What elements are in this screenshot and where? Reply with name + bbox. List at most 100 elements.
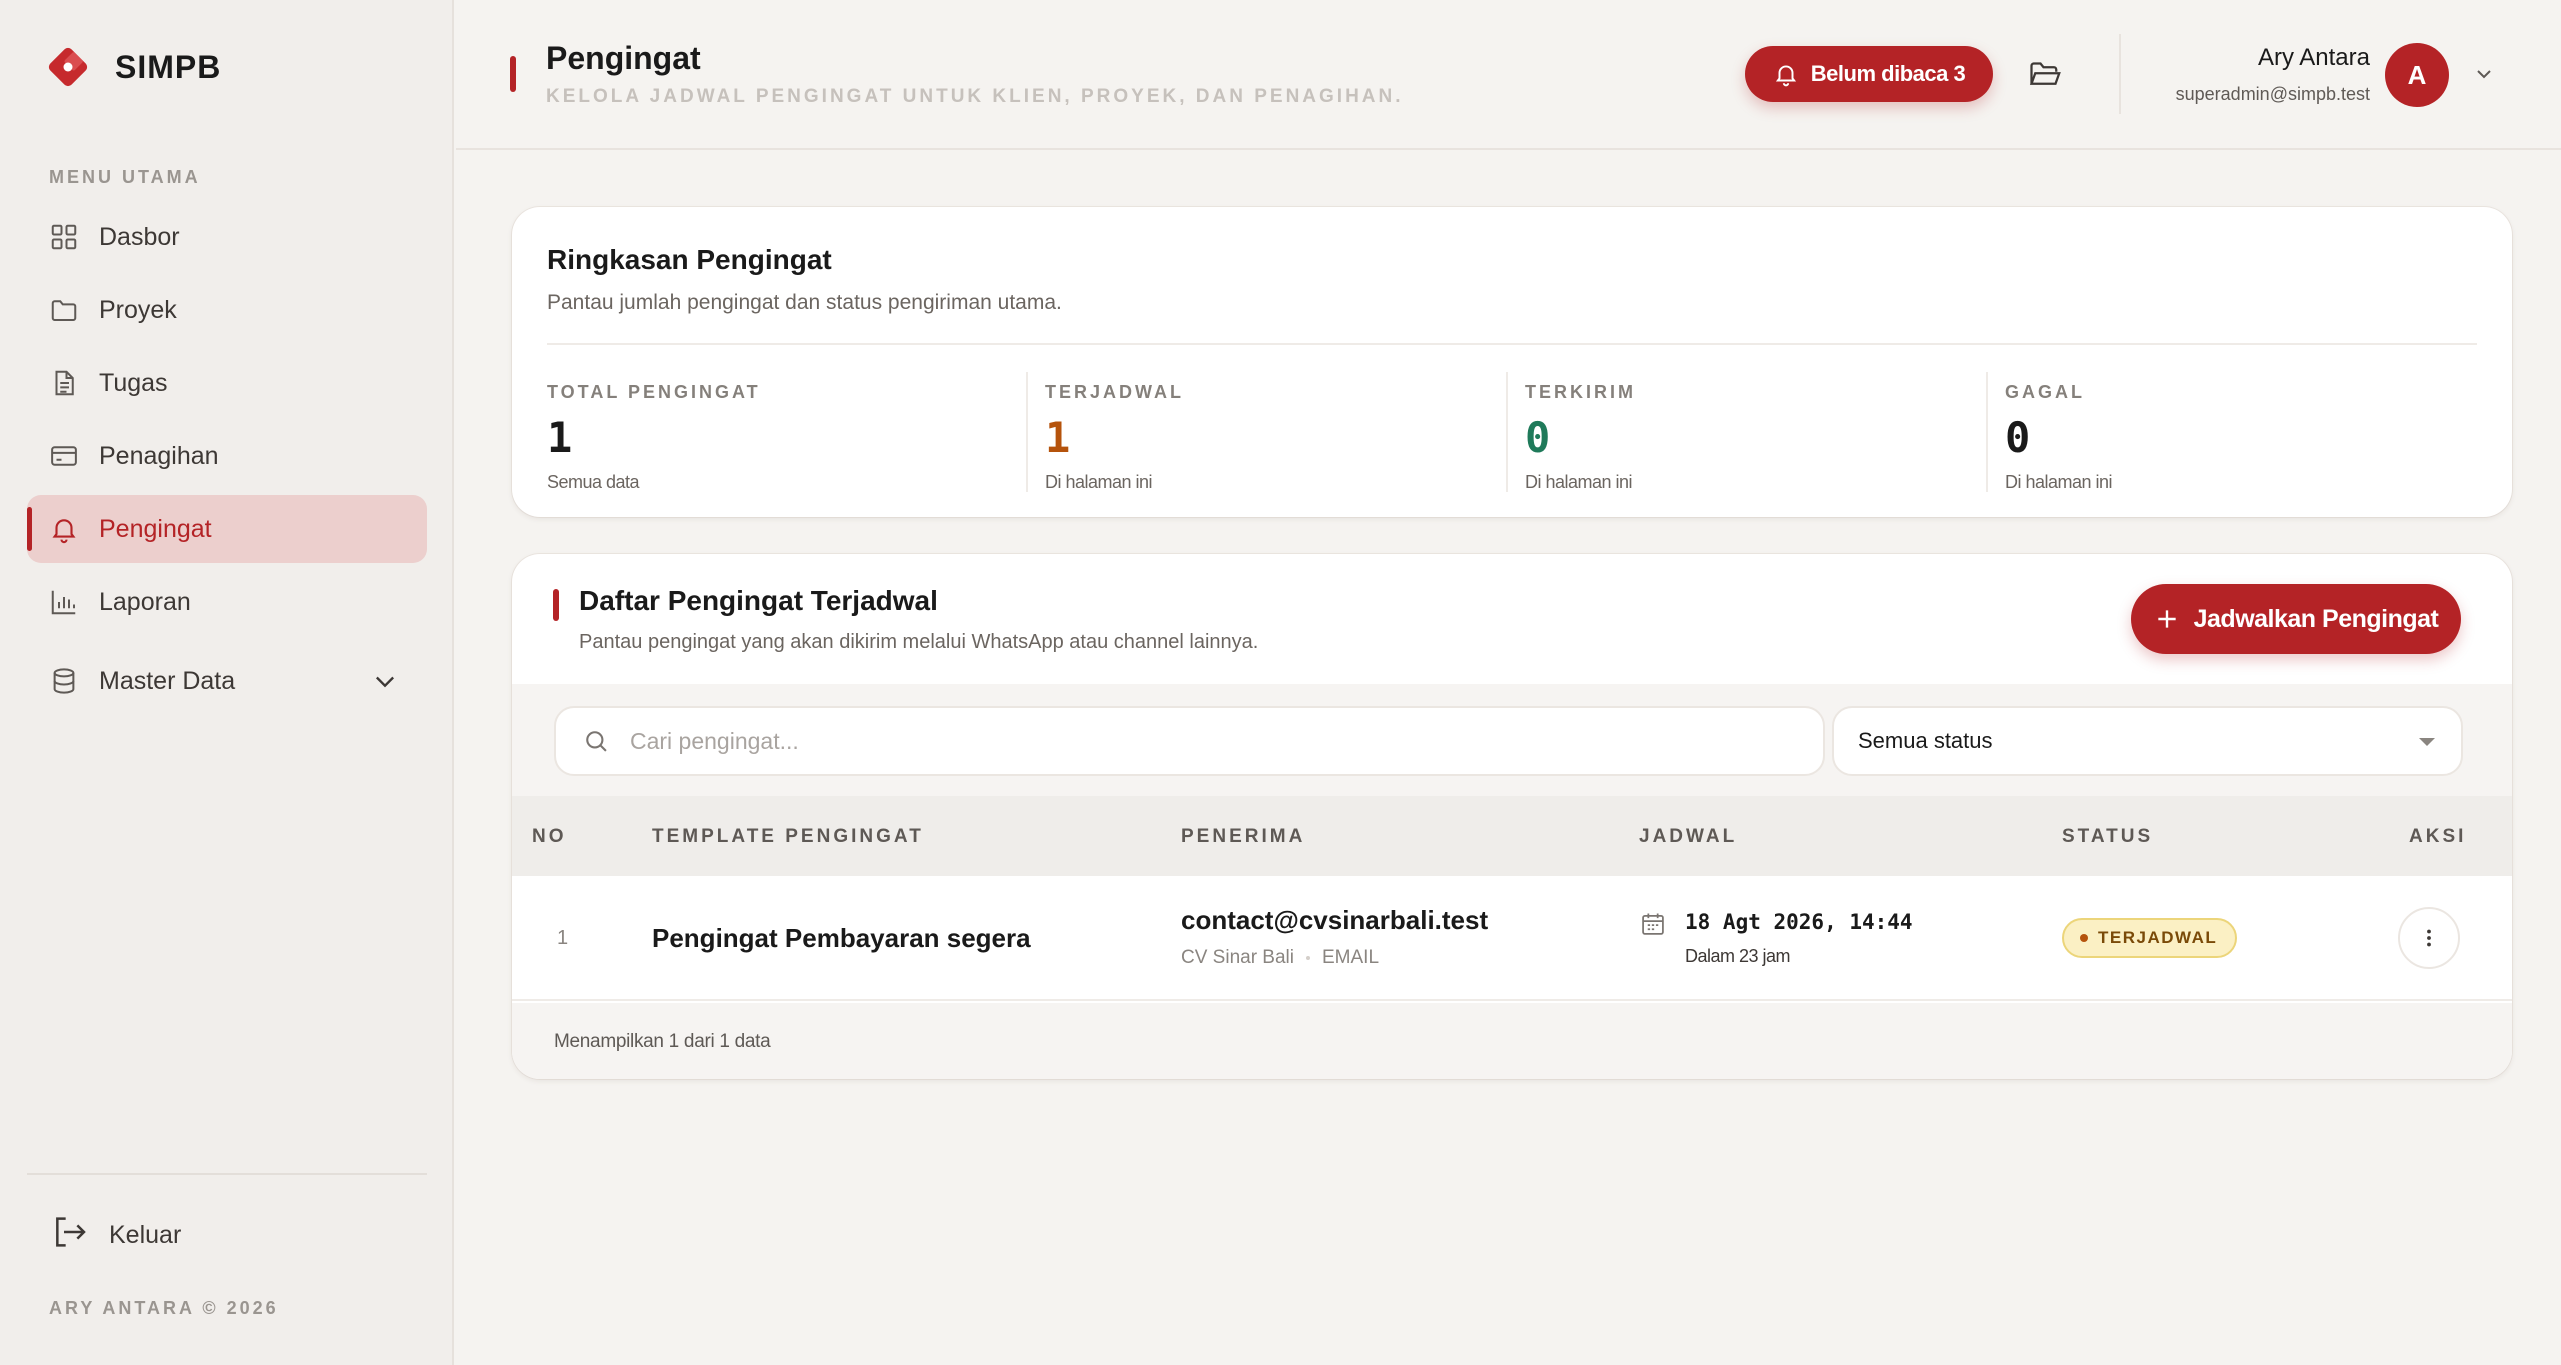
topbar-divider — [2119, 34, 2121, 114]
logo-icon — [48, 47, 88, 87]
topbar: Pengingat KELOLA JADWAL PENGINGAT UNTUK … — [456, 0, 2561, 150]
row-recipient-name: CV Sinar Bali — [1181, 947, 1294, 968]
stat-scheduled: TERJADWAL 1 Di halaman ini — [1026, 372, 1506, 492]
logout-button[interactable]: Keluar — [49, 1212, 181, 1259]
stat-label: TOTAL PENGINGAT — [547, 382, 761, 402]
pagination-summary: Menampilkan 1 dari 1 data — [554, 1031, 771, 1052]
sidebar-item-label: Master Data — [99, 666, 236, 695]
credit-card-icon — [49, 441, 79, 471]
app-name: SIMPB — [115, 48, 222, 85]
sidebar-item-label: Laporan — [99, 587, 191, 616]
column-header-no: NO — [532, 826, 567, 847]
summary-subtitle: Pantau jumlah pengingat dan status pengi… — [547, 291, 1062, 314]
stat-note: Di halaman ini — [1045, 472, 1153, 492]
stat-value: 1 — [547, 413, 573, 462]
unread-label: Belum dibaca 3 — [1810, 61, 1966, 86]
copyright: ARY ANTARA © 2026 — [49, 1298, 279, 1318]
logout-icon — [49, 1212, 89, 1259]
table-row[interactable]: 1 Pengingat Pembayaran segera contact@cv… — [512, 876, 2512, 1001]
grid-icon — [49, 222, 79, 252]
caret-down-icon — [2419, 738, 2435, 746]
sidebar-item-label: Proyek — [99, 295, 177, 324]
stat-note: Di halaman ini — [1525, 472, 1633, 492]
stat-label: TERJADWAL — [1045, 382, 1184, 402]
sidebar-item-master-data[interactable]: Master Data — [27, 641, 427, 721]
sidebar-nav: Dasbor Proyek Tugas Penagihan Pengingat — [27, 203, 427, 726]
bell-icon — [1775, 65, 1796, 87]
stat-sent: TERKIRIM 0 Di halaman ini — [1506, 372, 1986, 492]
table-header: NO TEMPLATE PENGINGAT PENERIMA JADWAL ST… — [512, 796, 2512, 876]
sidebar-item-pengingat[interactable]: Pengingat — [27, 495, 427, 563]
folder-open-icon — [2029, 62, 2061, 85]
sidebar-item-label: Pengingat — [99, 514, 212, 543]
sidebar-item-tugas[interactable]: Tugas — [27, 349, 427, 417]
column-header-status: STATUS — [2062, 826, 2154, 847]
row-schedule-relative: Dalam 23 jam — [1685, 946, 1791, 966]
page-title: Pengingat — [546, 40, 701, 76]
column-header-schedule: JADWAL — [1639, 826, 1738, 847]
separator-dot — [1306, 955, 1310, 960]
search-icon — [586, 731, 607, 752]
column-header-template: TEMPLATE PENGINGAT — [652, 826, 924, 847]
stat-failed: GAGAL 0 Di halaman ini — [1986, 372, 2466, 492]
search-field[interactable] — [554, 706, 1825, 776]
page-subtitle: KELOLA JADWAL PENGINGAT UNTUK KLIEN, PRO… — [546, 86, 1404, 107]
status-filter-select[interactable]: Semua status — [1832, 706, 2463, 776]
status-badge: TERJADWAL — [2062, 918, 2238, 958]
chevron-down-icon[interactable] — [371, 667, 399, 695]
logout-label: Keluar — [109, 1221, 182, 1249]
row-schedule-date: 18 Agt 2026, 14:44 — [1685, 910, 1913, 934]
unread-notifications-button[interactable]: Belum dibaca 3 — [1745, 46, 1993, 102]
summary-title: Ringkasan Pengingat — [547, 244, 832, 275]
stat-value: 0 — [2005, 413, 2031, 462]
sidebar-item-laporan[interactable]: Laporan — [27, 568, 427, 636]
sidebar-item-proyek[interactable]: Proyek — [27, 276, 427, 344]
list-accent — [553, 589, 559, 621]
reminder-list-card: Daftar Pengingat Terjadwal Pantau pengin… — [512, 554, 2512, 1079]
summary-divider — [547, 343, 2477, 345]
stat-total: TOTAL PENGINGAT 1 Semua data — [547, 372, 1017, 492]
column-header-action: AKSI — [2409, 826, 2467, 847]
calendar-icon — [1642, 913, 1664, 935]
brand[interactable]: SIMPB — [47, 46, 221, 88]
row-template: Pengingat Pembayaran segera — [652, 923, 1031, 953]
stat-note: Semua data — [547, 472, 640, 492]
stat-value: 1 — [1045, 413, 1071, 462]
column-header-recipient: PENERIMA — [1181, 826, 1306, 847]
list-title: Daftar Pengingat Terjadwal — [579, 585, 938, 616]
sidebar-item-label: Dasbor — [99, 222, 180, 251]
menu-heading: MENU UTAMA — [49, 167, 201, 187]
folder-button[interactable] — [2027, 56, 2063, 92]
stat-note: Di halaman ini — [2005, 472, 2113, 492]
document-icon — [49, 368, 79, 398]
schedule-reminder-label: Jadwalkan Pengingat — [2193, 604, 2439, 633]
sidebar-item-label: Penagihan — [99, 441, 219, 470]
avatar[interactable]: A — [2385, 43, 2449, 107]
row-recipient-meta: CV Sinar Bali EMAIL — [1181, 947, 1379, 969]
stat-label: TERKIRIM — [1525, 382, 1636, 402]
row-channel: EMAIL — [1322, 947, 1380, 968]
chevron-down-icon[interactable] — [2472, 62, 2496, 86]
stat-value: 0 — [1525, 413, 1551, 462]
sidebar: SIMPB MENU UTAMA Dasbor Proyek Tugas Pen… — [0, 0, 454, 1365]
list-subtitle: Pantau pengingat yang akan dikirim melal… — [579, 631, 1259, 653]
sidebar-item-dasbor[interactable]: Dasbor — [27, 203, 427, 271]
title-accent — [510, 56, 516, 92]
user-email: superadmin@simpb.test — [2175, 84, 2370, 104]
sidebar-item-label: Tugas — [99, 368, 168, 397]
more-vertical-icon — [2427, 929, 2431, 947]
row-actions-button[interactable] — [2398, 907, 2460, 969]
search-input[interactable] — [630, 727, 1823, 755]
sidebar-divider — [27, 1173, 427, 1175]
plus-icon — [2157, 610, 2176, 628]
status-filter-value: Semua status — [1858, 728, 1993, 753]
user-name: Ary Antara — [2257, 44, 2370, 71]
row-recipient-email: contact@cvsinarbali.test — [1181, 905, 1489, 935]
bell-icon — [49, 514, 79, 544]
sidebar-item-penagihan[interactable]: Penagihan — [27, 422, 427, 490]
table-footer: Menampilkan 1 dari 1 data — [512, 1003, 2512, 1079]
row-number: 1 — [557, 927, 569, 949]
schedule-reminder-button[interactable]: Jadwalkan Pengingat — [2131, 584, 2461, 654]
bar-chart-icon — [49, 587, 79, 617]
stat-label: GAGAL — [2005, 382, 2085, 402]
